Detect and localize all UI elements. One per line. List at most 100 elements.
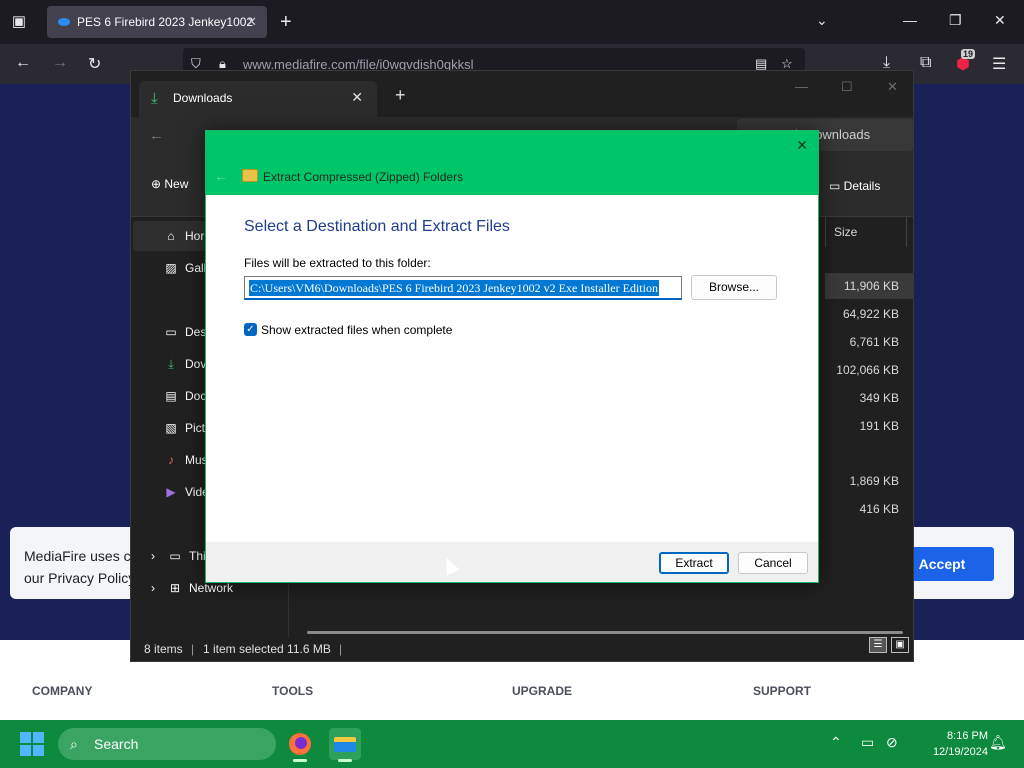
new-tab-icon[interactable]: + (280, 11, 292, 33)
selection-info: 1 item selected 11.6 MB (203, 642, 331, 656)
nav-desktop[interactable]: ▭ Des (163, 325, 206, 339)
close-tab-icon[interactable]: ✕ (351, 89, 363, 106)
minimize-icon[interactable]: — (795, 79, 808, 94)
back-icon[interactable]: ← (15, 54, 31, 72)
explorer-status-bar: 8 items | 1 item selected 11.6 MB | ☰ ▣ (131, 637, 913, 661)
search-icon: ⌕ (70, 736, 78, 752)
system-clock[interactable]: 8:16 PM 12/19/2024 (914, 728, 988, 760)
back-arrow-icon[interactable]: ← (214, 168, 228, 184)
nav-downloads[interactable]: ⤓ Dov (163, 357, 206, 372)
show-files-checkbox-label[interactable]: Show extracted files when complete (261, 323, 452, 337)
nav-this-pc[interactable]: › ▭ This (145, 549, 212, 563)
status-divider: | (191, 642, 195, 656)
dialog-footer: Extract Cancel (206, 542, 818, 582)
browser-tab[interactable]: PES 6 Firebird 2023 Jenkey1002 ✕ (47, 6, 267, 38)
minimize-icon[interactable]: — (903, 12, 917, 28)
nav-videos[interactable]: ▶ Vide (163, 485, 208, 499)
clock-date: 12/19/2024 (932, 746, 988, 758)
dialog-title: Extract Compressed (Zipped) Folders (263, 170, 464, 184)
extract-button[interactable]: Extract (659, 552, 729, 574)
explorer-tab[interactable]: ⤓ Downloads ✕ (139, 81, 377, 117)
close-window-icon[interactable]: ✕ (887, 79, 898, 95)
firefox-app[interactable] (284, 728, 316, 762)
nav-documents[interactable]: ▤ Doc (163, 389, 206, 403)
gallery-icon: ▨ (165, 261, 177, 275)
footer-company: COMPANY (32, 684, 93, 698)
nav-gallery[interactable]: ▨ Gall (163, 261, 206, 275)
list-all-tabs-chevron-icon[interactable]: ⌄ (816, 12, 828, 29)
running-indicator (338, 759, 352, 762)
nav-label: Dov (185, 357, 207, 371)
footer-upgrade: UPGRADE (512, 684, 573, 698)
horizontal-scrollbar[interactable] (307, 631, 903, 634)
destination-path-input[interactable]: C:\Users\VM6\Downloads\PES 6 Firebird 20… (244, 276, 682, 300)
explorer-tab-title: Downloads (173, 91, 233, 105)
cookie-text: MediaFire uses co our Privacy Policy (24, 548, 139, 586)
tab-list-icon[interactable]: ▣ (8, 11, 30, 33)
expand-chevron-icon[interactable]: › (145, 549, 161, 563)
close-tab-icon[interactable]: ✕ (246, 6, 257, 38)
browser-tab-title: PES 6 Firebird 2023 Jenkey1002 (77, 15, 254, 29)
music-icon: ♪ (168, 453, 174, 467)
nav-label: Gall (185, 261, 207, 275)
search-label: Search (94, 736, 139, 752)
dialog-header: ✕ ← Extract Compressed (Zipped) Folders (206, 131, 818, 195)
documents-icon: ▤ (165, 389, 177, 403)
reload-icon[interactable]: ↻ (88, 54, 101, 74)
windows-start-icon[interactable] (20, 732, 44, 756)
file-explorer-app[interactable] (329, 728, 361, 762)
nav-label: Doc (185, 389, 207, 403)
notifications-bell-icon[interactable]: 🔔︎ (989, 734, 1007, 751)
maximize-icon[interactable]: ☐ (841, 79, 853, 95)
show-hidden-icons-chevron-icon[interactable]: ⌃ (830, 734, 842, 751)
browse-button[interactable]: Browse... (691, 275, 777, 300)
footer-support: SUPPORT (753, 684, 812, 698)
status-divider: | (339, 642, 343, 656)
nav-label: Network (189, 581, 234, 595)
dialog-heading: Select a Destination and Extract Files (244, 218, 510, 235)
nav-pictures[interactable]: ▧ Pict (163, 421, 205, 435)
menu-icon[interactable]: ☰ (992, 54, 1006, 74)
folder-icon (334, 737, 356, 752)
details-label: Details (843, 179, 881, 193)
file-size: 11,906 KB (843, 279, 899, 293)
details-button[interactable]: ▭ Details (829, 179, 880, 193)
clock-time: 8:16 PM (947, 730, 988, 742)
nav-music[interactable]: ♪ Mus (163, 453, 208, 467)
extension-badge: 19 (961, 49, 976, 59)
extract-dialog: ✕ ← Extract Compressed (Zipped) Folders … (205, 130, 819, 583)
forward-icon[interactable]: → (52, 54, 68, 72)
nav-network[interactable]: › ⊞ Network (145, 581, 233, 595)
details-view-icon[interactable]: ☰ (869, 637, 887, 653)
file-size: 349 KB (859, 391, 899, 405)
browser-tab-bar: ▣ PES 6 Firebird 2023 Jenkey1002 ✕ + ⌄ —… (0, 0, 1024, 44)
mediafire-favicon-icon (58, 18, 70, 26)
nav-label: Hor (185, 229, 205, 243)
pictures-icon: ▧ (165, 421, 177, 435)
extensions-icon[interactable]: ⧉ (920, 54, 931, 72)
network-status-icon[interactable]: ⊘ (886, 734, 898, 751)
running-indicator (293, 759, 307, 762)
size-column-header[interactable]: Size (825, 217, 907, 247)
display-icon[interactable]: ▭ (861, 734, 874, 751)
nav-home[interactable]: ⌂ Hor (163, 229, 204, 243)
close-icon[interactable]: ✕ (796, 137, 808, 154)
tiles-view-icon[interactable]: ▣ (891, 637, 909, 653)
file-size: 416 KB (859, 502, 899, 516)
expand-chevron-icon[interactable]: › (145, 581, 161, 595)
file-size: 102,066 KB (836, 363, 899, 377)
close-window-icon[interactable]: ✕ (994, 12, 1006, 29)
show-files-checkbox[interactable]: ✓ (244, 323, 257, 336)
cancel-button[interactable]: Cancel (738, 552, 808, 574)
file-size: 1,869 KB (849, 474, 899, 488)
restore-icon[interactable]: ❐ (949, 12, 962, 29)
back-icon[interactable]: ← (149, 127, 164, 144)
new-tab-icon[interactable]: + (395, 85, 406, 106)
explorer-title-bar: ⤓ Downloads ✕ + — ☐ ✕ (131, 71, 913, 117)
path-label: Files will be extracted to this folder: (244, 256, 431, 270)
taskbar-search[interactable]: ⌕ Search (58, 728, 276, 760)
destination-path-text: C:\Users\VM6\Downloads\PES 6 Firebird 20… (249, 280, 659, 296)
downloads-folder-icon: ⤓ (151, 90, 158, 107)
new-button[interactable]: ⊕ New (151, 177, 188, 191)
firefox-icon (289, 733, 311, 755)
